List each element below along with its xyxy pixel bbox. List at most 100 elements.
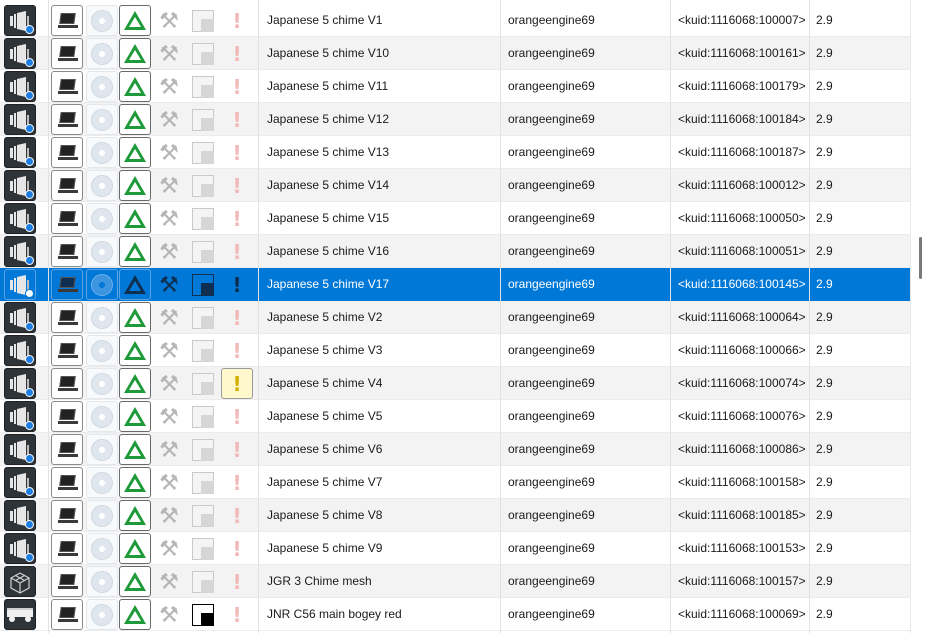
speaker-icon[interactable]: [4, 269, 36, 300]
table-row[interactable]: ⚒! Japanese 5 chime V2 orangeengine69 <kuid…: [0, 301, 910, 334]
error-faded-icon[interactable]: !: [221, 203, 253, 234]
validation-ok-icon[interactable]: [119, 566, 151, 597]
tools-icon[interactable]: ⚒: [153, 203, 185, 234]
installed-computer-icon[interactable]: [51, 533, 83, 564]
table-row[interactable]: ⚒! Japanese 5 chime V8 orangeengine69 <kuid…: [0, 499, 910, 532]
tools-icon[interactable]: ⚒: [153, 467, 185, 498]
error-faded-icon[interactable]: !: [221, 104, 253, 135]
installed-computer-icon[interactable]: [51, 104, 83, 135]
package-square-icon[interactable]: [187, 137, 219, 168]
error-faded-icon[interactable]: !: [221, 566, 253, 597]
validation-ok-icon[interactable]: [119, 500, 151, 531]
table-row[interactable]: ⚒! Japanese 5 chime V14 orangeengine69 <kui…: [0, 169, 910, 202]
validation-ok-icon[interactable]: [119, 434, 151, 465]
validation-ok-icon[interactable]: [119, 533, 151, 564]
package-square-icon[interactable]: [187, 203, 219, 234]
speaker-icon[interactable]: [4, 38, 36, 69]
disc-icon[interactable]: [86, 467, 118, 498]
installed-computer-icon[interactable]: [51, 302, 83, 333]
validation-ok-icon[interactable]: [119, 401, 151, 432]
tools-icon[interactable]: ⚒: [153, 170, 185, 201]
table-row[interactable]: ⚒! Japanese 5 chime V4 orangeengine69 <kuid…: [0, 367, 910, 400]
installed-computer-icon[interactable]: [51, 599, 83, 630]
speaker-icon[interactable]: [4, 368, 36, 399]
speaker-icon[interactable]: [4, 533, 36, 564]
validation-ok-icon[interactable]: [119, 38, 151, 69]
installed-computer-icon[interactable]: [51, 500, 83, 531]
disc-icon[interactable]: [86, 137, 118, 168]
package-square-icon[interactable]: [187, 38, 219, 69]
installed-computer-icon[interactable]: [51, 434, 83, 465]
speaker-icon[interactable]: [4, 104, 36, 135]
package-square-icon[interactable]: [187, 335, 219, 366]
table-row[interactable]: ⚒! Japanese 5 chime V17 orangeengine69 <kui…: [0, 268, 910, 301]
tools-icon[interactable]: ⚒: [153, 335, 185, 366]
error-faded-icon[interactable]: !: [221, 302, 253, 333]
validation-ok-icon[interactable]: [119, 71, 151, 102]
tools-icon[interactable]: ⚒: [153, 401, 185, 432]
tools-icon[interactable]: ⚒: [153, 533, 185, 564]
error-faded-icon[interactable]: !: [221, 467, 253, 498]
speaker-icon[interactable]: [4, 5, 36, 36]
package-square-icon[interactable]: [187, 533, 219, 564]
table-row[interactable]: ⚒! Japanese 5 chime V12 orangeengine69 <kui…: [0, 103, 910, 136]
tools-icon[interactable]: ⚒: [153, 5, 185, 36]
tools-icon[interactable]: ⚒: [153, 434, 185, 465]
installed-computer-icon[interactable]: [51, 38, 83, 69]
disc-icon[interactable]: [86, 533, 118, 564]
error-faded-icon[interactable]: !: [221, 401, 253, 432]
error-faded-icon[interactable]: !: [221, 335, 253, 366]
validation-ok-icon[interactable]: [119, 467, 151, 498]
validation-ok-icon[interactable]: [119, 269, 151, 300]
error-faded-icon[interactable]: !: [221, 38, 253, 69]
warning-icon[interactable]: !: [221, 368, 253, 399]
error-faded-icon[interactable]: !: [221, 500, 253, 531]
error-faded-icon[interactable]: !: [221, 170, 253, 201]
speaker-icon[interactable]: [4, 434, 36, 465]
speaker-icon[interactable]: [4, 302, 36, 333]
error-faded-icon[interactable]: !: [221, 599, 253, 630]
installed-computer-icon[interactable]: [51, 467, 83, 498]
disc-icon[interactable]: [86, 302, 118, 333]
tools-icon[interactable]: ⚒: [153, 302, 185, 333]
package-square-icon[interactable]: [187, 467, 219, 498]
installed-computer-icon[interactable]: [51, 368, 83, 399]
vertical-scrollbar[interactable]: [910, 0, 930, 633]
validation-ok-icon[interactable]: [119, 5, 151, 36]
error-faded-icon[interactable]: !: [221, 434, 253, 465]
installed-computer-icon[interactable]: [51, 236, 83, 267]
table-row[interactable]: ⚒! Japanese 5 chime V10 orangeengine69 <kui…: [0, 37, 910, 70]
validation-ok-icon[interactable]: [119, 302, 151, 333]
package-square-icon[interactable]: [187, 104, 219, 135]
table-row[interactable]: ⚒! JNR C56 main bogey red orangeengine69 <k…: [0, 598, 910, 631]
speaker-icon[interactable]: [4, 335, 36, 366]
disc-icon[interactable]: [86, 335, 118, 366]
disc-icon[interactable]: [86, 71, 118, 102]
table-row[interactable]: ⚒! Japanese 5 chime V7 orangeengine69 <kuid…: [0, 466, 910, 499]
package-square-icon[interactable]: [187, 401, 219, 432]
error-faded-icon[interactable]: !: [221, 137, 253, 168]
table-row[interactable]: ⚒! Japanese 5 chime V13 orangeengine69 <kui…: [0, 136, 910, 169]
error-faded-icon[interactable]: !: [221, 236, 253, 267]
package-square-icon[interactable]: [187, 368, 219, 399]
speaker-icon[interactable]: [4, 203, 36, 234]
package-square-icon[interactable]: [187, 170, 219, 201]
tools-icon[interactable]: ⚒: [153, 137, 185, 168]
table-row[interactable]: ⚒! JGR 3 Chime mesh orangeengine69 <kuid:11…: [0, 565, 910, 598]
validation-ok-icon[interactable]: [119, 236, 151, 267]
validation-ok-icon[interactable]: [119, 170, 151, 201]
disc-icon[interactable]: [86, 5, 118, 36]
speaker-icon[interactable]: [4, 467, 36, 498]
validation-ok-icon[interactable]: [119, 137, 151, 168]
table-row[interactable]: ⚒! Japanese 5 chime V6 orangeengine69 <kuid…: [0, 433, 910, 466]
tools-icon[interactable]: ⚒: [153, 368, 185, 399]
disc-icon[interactable]: [86, 236, 118, 267]
tools-icon[interactable]: ⚒: [153, 500, 185, 531]
tools-icon[interactable]: ⚒: [153, 236, 185, 267]
disc-icon[interactable]: [86, 269, 118, 300]
error-faded-icon[interactable]: !: [221, 269, 253, 300]
validation-ok-icon[interactable]: [119, 599, 151, 630]
package-square-icon[interactable]: [187, 71, 219, 102]
validation-ok-icon[interactable]: [119, 104, 151, 135]
installed-computer-icon[interactable]: [51, 71, 83, 102]
